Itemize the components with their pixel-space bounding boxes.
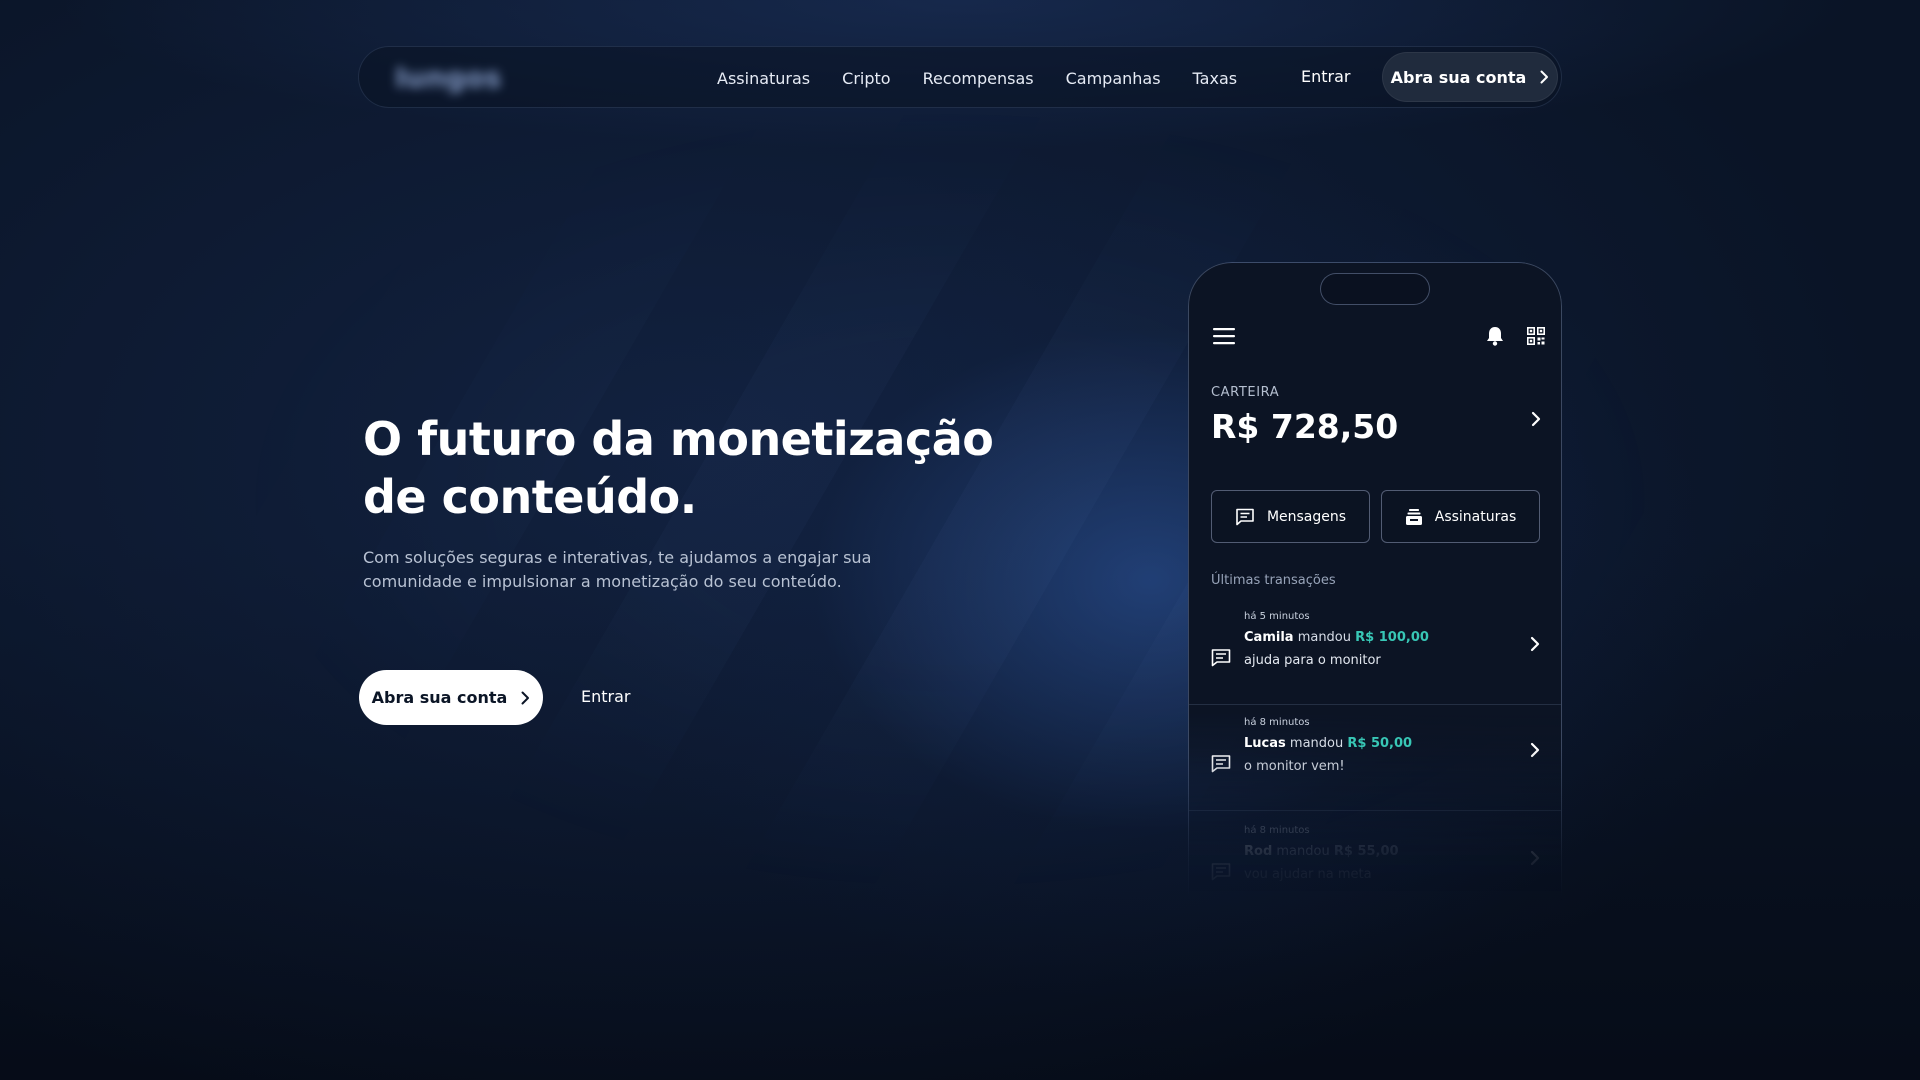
- wallet-label: CARTEIRA: [1211, 385, 1280, 400]
- messages-button-label: Mensagens: [1266, 508, 1347, 525]
- transaction-item[interactable]: há 5 minutos Camila mandou R$ 100,00 aju…: [1189, 605, 1561, 705]
- nav-link-cripto[interactable]: Cripto: [842, 69, 890, 88]
- background-stripes: [0, 0, 1920, 1080]
- transaction-verb: mandou: [1297, 630, 1352, 645]
- transaction-sender: Rod: [1244, 844, 1273, 859]
- chevron-right-icon[interactable]: [1529, 409, 1543, 429]
- brand-logo[interactable]: Iungos: [395, 61, 501, 94]
- transaction-verb: mandou: [1289, 736, 1344, 751]
- chevron-right-icon: [1530, 850, 1540, 866]
- nav-links: Assinaturas Cripto Recompensas Campanhas…: [717, 47, 1269, 109]
- chat-icon: [1211, 755, 1231, 773]
- hero-subtitle: Com soluções seguras e interativas, te a…: [363, 548, 872, 591]
- nav-open-account-button[interactable]: Abra sua conta: [1382, 52, 1558, 102]
- chevron-right-icon: [1540, 70, 1549, 84]
- nav-link-recompensas[interactable]: Recompensas: [923, 69, 1034, 88]
- transaction-message: ajuda para o monitor: [1244, 653, 1381, 668]
- transaction-time: há 5 minutos: [1244, 611, 1310, 622]
- nav-link-assinaturas[interactable]: Assinaturas: [717, 69, 810, 88]
- transaction-verb: mandou: [1276, 844, 1330, 859]
- transaction-summary: Rod mandou R$ 55,00: [1244, 844, 1399, 859]
- hamburger-menu-icon[interactable]: [1213, 327, 1235, 345]
- chat-icon: [1211, 863, 1231, 881]
- nav-link-taxas[interactable]: Taxas: [1193, 69, 1238, 88]
- hero-open-account-label: Abra sua conta: [371, 688, 508, 707]
- transaction-amount: R$ 55,00: [1333, 844, 1399, 859]
- messages-button[interactable]: Mensagens: [1211, 490, 1370, 543]
- chevron-right-icon: [521, 691, 530, 704]
- phone-mockup: CARTEIRA R$ 728,50 Mensagens Assinaturas…: [1188, 262, 1562, 902]
- nav-open-account-label: Abra sua conta: [1390, 67, 1527, 87]
- chat-icon: [1236, 508, 1254, 525]
- nav-link-campanhas[interactable]: Campanhas: [1066, 69, 1161, 88]
- transaction-amount: R$ 100,00: [1355, 630, 1429, 645]
- transaction-item[interactable]: há 8 minutos Lucas mandou R$ 50,00 o mon…: [1189, 711, 1561, 811]
- recent-transactions-title: Últimas transações: [1211, 573, 1336, 588]
- top-navbar: Iungos Assinaturas Cripto Recompensas Ca…: [358, 46, 1562, 108]
- phone-notch: [1320, 273, 1430, 305]
- subscriptions-button-label: Assinaturas: [1434, 508, 1517, 525]
- chevron-right-icon: [1530, 742, 1540, 758]
- chat-icon: [1211, 649, 1231, 667]
- transaction-item[interactable]: há 8 minutos Rod mandou R$ 55,00 vou aju…: [1189, 819, 1561, 902]
- bell-icon[interactable]: [1485, 325, 1505, 347]
- subscriptions-icon: [1405, 508, 1422, 525]
- transaction-amount: R$ 50,00: [1347, 736, 1413, 751]
- hero-open-account-button[interactable]: Abra sua conta: [359, 670, 543, 725]
- chevron-right-icon: [1530, 636, 1540, 652]
- wallet-balance: R$ 728,50: [1211, 407, 1399, 446]
- nav-login-link[interactable]: Entrar: [1301, 67, 1350, 86]
- transaction-time: há 8 minutos: [1244, 825, 1310, 836]
- transaction-sender: Lucas: [1244, 736, 1286, 751]
- hero-login-link[interactable]: Entrar: [581, 687, 630, 706]
- transaction-summary: Lucas mandou R$ 50,00: [1244, 736, 1412, 751]
- qr-code-icon[interactable]: [1527, 327, 1545, 345]
- subscriptions-button[interactable]: Assinaturas: [1381, 490, 1540, 543]
- transaction-message: vou ajudar na meta: [1244, 867, 1372, 882]
- transaction-message: o monitor vem!: [1244, 759, 1345, 774]
- transaction-time: há 8 minutos: [1244, 717, 1310, 728]
- transaction-summary: Camila mandou R$ 100,00: [1244, 630, 1429, 645]
- transaction-sender: Camila: [1244, 630, 1294, 645]
- hero-title: O futuro da monetização de conteúdo.: [363, 412, 994, 524]
